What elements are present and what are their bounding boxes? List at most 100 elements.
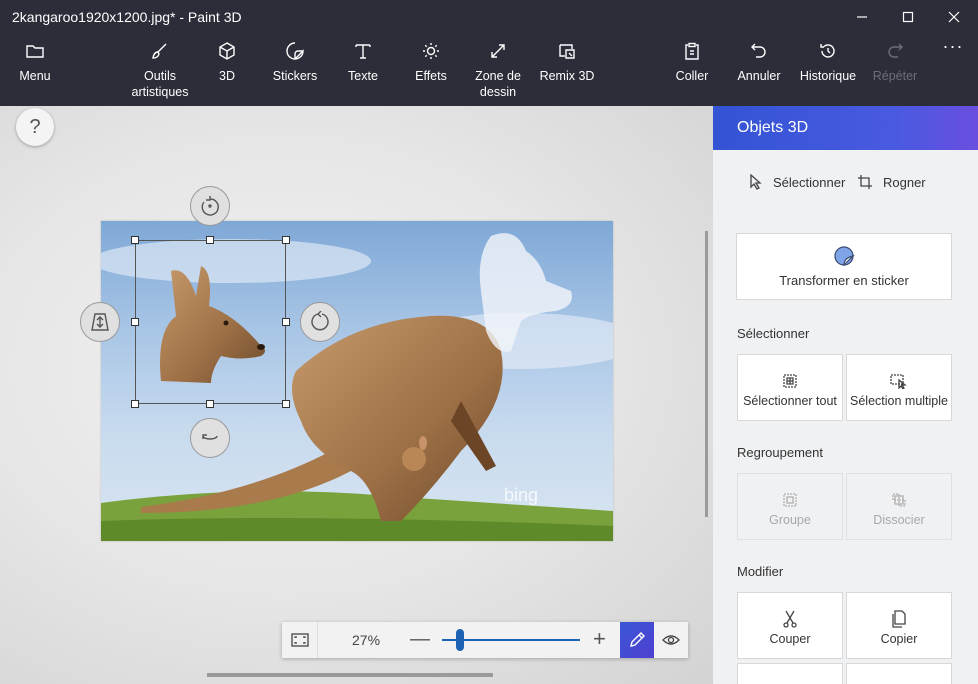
- remix3d-button[interactable]: Remix 3D: [539, 34, 595, 106]
- redo-button[interactable]: Répéter: [872, 34, 918, 106]
- redo-icon: [888, 43, 903, 58]
- cube-icon: [219, 42, 235, 60]
- group-button[interactable]: Groupe: [737, 473, 843, 540]
- fit-to-screen-button[interactable]: [282, 622, 318, 658]
- pencil-icon: [630, 632, 645, 647]
- multi-select-icon: [890, 373, 907, 389]
- paste-tile-button[interactable]: [737, 663, 843, 684]
- make-sticker-label: Transformer en sticker: [779, 273, 909, 288]
- undo-button[interactable]: Annuler: [735, 34, 783, 106]
- ungroup-button[interactable]: Dissocier: [846, 473, 952, 540]
- menu-button[interactable]: Menu: [12, 34, 58, 106]
- minimize-icon: [857, 16, 867, 18]
- cut-button[interactable]: Couper: [737, 592, 843, 659]
- canvas-button[interactable]: Zone de dessin: [470, 34, 526, 106]
- canvas-label: Zone de dessin: [475, 69, 521, 99]
- multi-select-label: Sélection multiple: [850, 393, 948, 408]
- title-bar: 2kangaroo1920x1200.jpg* - Paint 3D: [0, 0, 978, 34]
- minimize-button[interactable]: [839, 0, 885, 34]
- rotate-y-button[interactable]: [300, 302, 340, 342]
- text-label: Texte: [348, 69, 378, 83]
- copy-button[interactable]: Copier: [846, 592, 952, 659]
- edit-mode-button[interactable]: [620, 622, 654, 658]
- depth-button[interactable]: [80, 302, 120, 342]
- zoom-in-button[interactable]: +: [593, 626, 606, 652]
- copy-icon: [892, 609, 906, 628]
- group-section-heading: Regroupement: [737, 445, 823, 460]
- select-mode-button[interactable]: Sélectionner: [749, 174, 845, 190]
- maximize-button[interactable]: [885, 0, 931, 34]
- effects-label: Effets: [415, 69, 447, 83]
- art-tools-button[interactable]: Outils artistiques: [126, 34, 194, 106]
- eye-icon: [662, 635, 680, 645]
- help-icon: ?: [29, 115, 41, 138]
- rotate-z-button[interactable]: [190, 186, 230, 226]
- mode-row: Sélectionner Rogner: [713, 150, 978, 218]
- select-mode-label: Sélectionner: [773, 174, 846, 190]
- resize-handle-bottom-left[interactable]: [131, 400, 139, 408]
- selection-box[interactable]: [135, 240, 286, 404]
- group-icon: [783, 492, 797, 507]
- 3d-label: 3D: [219, 69, 235, 83]
- more-icon: ···: [942, 36, 964, 56]
- stickers-label: Stickers: [272, 69, 318, 83]
- crop-mode-button[interactable]: Rogner: [857, 174, 926, 190]
- menu-label: Menu: [19, 69, 51, 83]
- stickers-button[interactable]: Stickers: [270, 34, 320, 106]
- history-button[interactable]: Historique: [798, 34, 858, 106]
- rotate-x-button[interactable]: [190, 418, 230, 458]
- paste-icon: [685, 42, 699, 60]
- sticker-icon: [834, 246, 855, 267]
- horizontal-scrollbar[interactable]: [207, 673, 493, 677]
- rotate-x-icon: [202, 434, 218, 440]
- remix3d-label: Remix 3D: [539, 69, 595, 83]
- close-button[interactable]: [931, 0, 977, 34]
- ungroup-label: Dissocier: [873, 512, 925, 527]
- objects-3d-panel: Objets 3D Sélectionner Rogner Transforme…: [713, 106, 978, 684]
- select-section-heading: Sélectionner: [737, 326, 810, 341]
- rotate-y-icon: [311, 311, 329, 331]
- help-button[interactable]: ?: [16, 108, 54, 146]
- canvas-workspace[interactable]: ? bing 27% — +: [0, 106, 713, 684]
- rotate-icon: [201, 196, 219, 216]
- more-button[interactable]: ···: [938, 36, 968, 110]
- depth-icon: [91, 313, 109, 331]
- resize-handle-top-right[interactable]: [282, 236, 290, 244]
- vertical-scrollbar[interactable]: [705, 231, 708, 517]
- zoom-bar: 27% — +: [282, 622, 688, 658]
- crop-mode-label: Rogner: [883, 174, 926, 190]
- view-mode-button[interactable]: [654, 622, 688, 658]
- undo-icon: [751, 43, 766, 58]
- resize-handle-right[interactable]: [282, 318, 290, 326]
- bing-watermark: bing: [504, 485, 538, 505]
- crop-icon: [858, 175, 872, 189]
- brush-icon: [152, 43, 167, 59]
- resize-handle-top-left[interactable]: [131, 236, 139, 244]
- resize-handle-left[interactable]: [131, 318, 139, 326]
- effects-button[interactable]: Effets: [410, 34, 452, 106]
- redo-label: Répéter: [872, 69, 918, 83]
- resize-handle-bottom-right[interactable]: [282, 400, 290, 408]
- select-all-button[interactable]: Sélectionner tout: [737, 354, 843, 421]
- resize-handle-top[interactable]: [206, 236, 214, 244]
- art-tools-label: Outils artistiques: [131, 69, 189, 99]
- edit-section-heading: Modifier: [737, 564, 784, 579]
- group-label: Groupe: [769, 512, 811, 527]
- delete-tile-button[interactable]: [846, 663, 952, 684]
- undo-label: Annuler: [737, 69, 781, 83]
- zoom-slider-thumb[interactable]: [455, 629, 464, 651]
- make-sticker-button[interactable]: Transformer en sticker: [736, 233, 952, 300]
- select-all-label: Sélectionner tout: [743, 393, 837, 408]
- sun-icon: [423, 43, 439, 59]
- panel-title: Objets 3D: [713, 106, 978, 150]
- zoom-out-button[interactable]: —: [410, 628, 430, 651]
- canvas-resize-icon: [491, 44, 505, 58]
- maximize-icon: [902, 11, 914, 23]
- text-button[interactable]: Texte: [343, 34, 383, 106]
- resize-handle-bottom[interactable]: [206, 400, 214, 408]
- paste-button[interactable]: Coller: [673, 34, 711, 106]
- window-title: 2kangaroo1920x1200.jpg* - Paint 3D: [12, 9, 242, 25]
- multi-select-button[interactable]: Sélection multiple: [846, 354, 952, 421]
- ungroup-icon: [892, 492, 906, 507]
- 3d-button[interactable]: 3D: [212, 34, 242, 106]
